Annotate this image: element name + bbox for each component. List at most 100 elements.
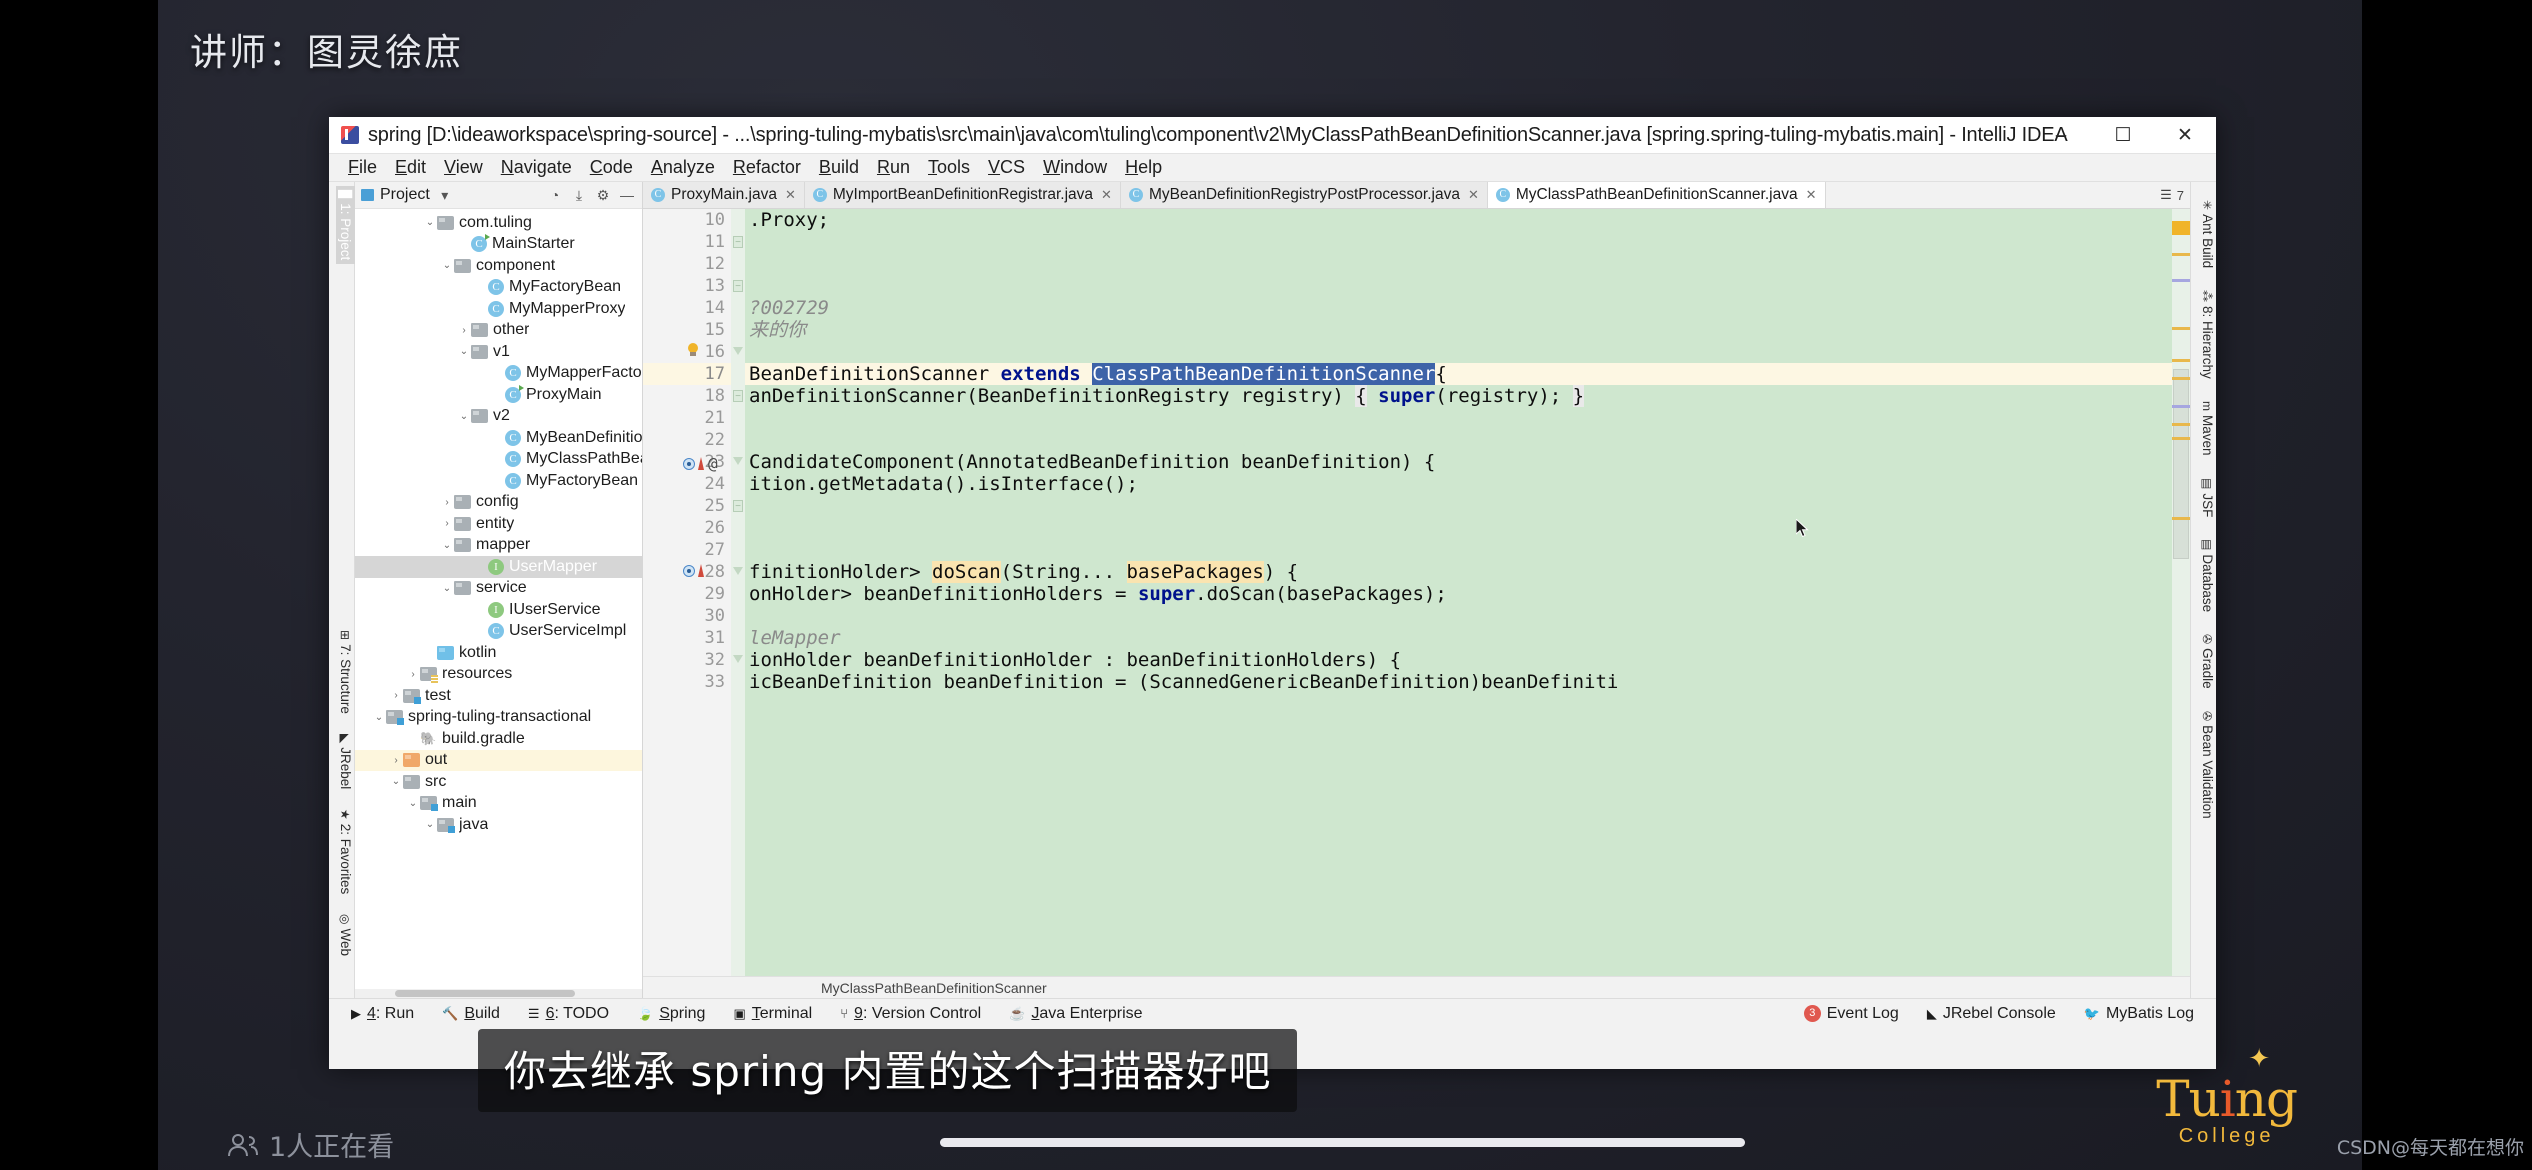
video-progress-bar[interactable]: [940, 1138, 1745, 1147]
statusbar-java-enterprise[interactable]: ☕ Java Enterprise: [995, 1005, 1156, 1023]
statusbar-right-group[interactable]: 3 Event Log ◣ JRebel Console 🐦 MyBatis Log: [1790, 1005, 2208, 1023]
tree-node[interactable]: C MyFactoryBean: [355, 470, 642, 492]
tool-tab-web[interactable]: ◎ Web: [336, 910, 355, 960]
menu-code[interactable]: Code: [581, 155, 642, 180]
chevron-down-icon[interactable]: ⌄: [372, 712, 386, 723]
close-icon[interactable]: ✕: [1101, 187, 1112, 203]
tree-node[interactable]: › entity: [355, 513, 642, 535]
code-line[interactable]: BeanDefinitionScanner extends ClassPathB…: [745, 363, 2172, 385]
tool-tab-bean-validation[interactable]: ✇ Bean Validation: [2198, 707, 2216, 823]
code-line[interactable]: ition.getMetadata().isInterface();: [745, 473, 2172, 495]
editor-marker[interactable]: [2172, 377, 2190, 380]
tree-node[interactable]: ⌄ v1: [355, 341, 642, 363]
menu-file[interactable]: File: [339, 155, 386, 180]
line-number[interactable]: 16: [643, 341, 731, 363]
code-line[interactable]: CandidateComponent(AnnotatedBeanDefiniti…: [745, 451, 2172, 473]
menu-refactor[interactable]: Refactor: [724, 155, 810, 180]
tree-node[interactable]: C MyFactoryBean: [355, 277, 642, 299]
code-folding-strip[interactable]: − − − −: [731, 209, 745, 976]
menu-view[interactable]: View: [435, 155, 492, 180]
editor-marker[interactable]: [2172, 405, 2190, 408]
menu-tools[interactable]: Tools: [919, 155, 979, 180]
code-line[interactable]: [745, 495, 2172, 517]
code-line[interactable]: finitionHolder> doScan(String... basePac…: [745, 561, 2172, 583]
line-number[interactable]: 32: [643, 649, 731, 671]
window-titlebar[interactable]: spring [D:\ideaworkspace\spring-source] …: [329, 117, 2216, 154]
tool-tab-1-project[interactable]: ▉ 1: Project: [336, 186, 355, 265]
chevron-down-icon[interactable]: ⌄: [406, 798, 420, 809]
tree-node[interactable]: ⌄ java: [355, 814, 642, 836]
intellij-idea-window[interactable]: spring [D:\ideaworkspace\spring-source] …: [329, 117, 2216, 1069]
code-line[interactable]: anDefinitionScanner(BeanDefinitionRegist…: [745, 385, 2172, 407]
chevron-right-icon[interactable]: ›: [440, 518, 454, 529]
editor-tab-bar[interactable]: C ProxyMain.java ✕ C MyImportBeanDefinitionR…: [643, 182, 2190, 209]
line-number[interactable]: 33: [643, 671, 731, 693]
editor-tab-proxymain[interactable]: C ProxyMain.java ✕: [643, 182, 805, 208]
statusbar-spring[interactable]: 🍃 Spring: [623, 1005, 719, 1023]
fold-collapse-icon[interactable]: −: [733, 500, 743, 512]
statusbar-6-todo[interactable]: ☰ 6: TODO: [514, 1005, 623, 1023]
menu-help[interactable]: Help: [1116, 155, 1171, 180]
tree-node[interactable]: ⌄ src: [355, 771, 642, 793]
tree-node[interactable]: C MainStarter: [355, 234, 642, 256]
line-number[interactable]: 17: [643, 363, 731, 385]
tool-tab-2-favorites[interactable]: ★ 2: Favorites: [336, 805, 355, 898]
chevron-down-icon[interactable]: ▾: [436, 187, 454, 204]
chevron-down-icon[interactable]: ⌄: [440, 540, 454, 551]
code-line[interactable]: 来的你: [745, 319, 2172, 341]
editor-marker[interactable]: [2172, 279, 2190, 282]
tool-tab-maven[interactable]: m Maven: [2198, 397, 2216, 460]
chevron-right-icon[interactable]: ›: [406, 669, 420, 680]
tree-node[interactable]: › resources: [355, 664, 642, 686]
code-line[interactable]: [745, 517, 2172, 539]
tree-node[interactable]: ⌄ com.tuling: [355, 212, 642, 234]
editor-marker[interactable]: [2172, 517, 2190, 520]
tool-tab-database[interactable]: ▤ Database: [2198, 535, 2216, 616]
line-number[interactable]: 26: [643, 517, 731, 539]
editor-marker[interactable]: [2172, 221, 2190, 235]
tool-tab-ant-build[interactable]: ✳ Ant Build: [2198, 196, 2216, 272]
line-number[interactable]: 24: [643, 473, 731, 495]
fold-collapse-icon[interactable]: −: [733, 236, 743, 248]
menu-window[interactable]: Window: [1034, 155, 1116, 180]
editor-tab-mybeandefinitionregistrypostprocessor[interactable]: C MyBeanDefinitionRegistryPostProcessor.j…: [1120, 182, 1488, 208]
chevron-down-icon[interactable]: ⌄: [457, 411, 471, 422]
code-line[interactable]: .Proxy;: [745, 209, 2172, 231]
fold-region-icon[interactable]: [733, 655, 743, 663]
tree-node[interactable]: › test: [355, 685, 642, 707]
project-panel-header[interactable]: Project ▾ ◔ ⤓ ⚙ —: [355, 182, 642, 209]
line-number[interactable]: 30: [643, 605, 731, 627]
editor-tab-myimportbeandefinitionregistrar[interactable]: C MyImportBeanDefinitionRegistrar.java ✕: [804, 182, 1121, 208]
tree-node[interactable]: › other: [355, 320, 642, 342]
line-number[interactable]: 14: [643, 297, 731, 319]
line-number[interactable]: 31: [643, 627, 731, 649]
expand-all-icon[interactable]: ⤓: [570, 187, 588, 204]
chevron-down-icon[interactable]: ⌄: [457, 346, 471, 357]
tabs-list-icon[interactable]: ☰: [2160, 187, 2172, 203]
settings-gear-icon[interactable]: ⚙: [594, 187, 612, 204]
tool-tab-jsf[interactable]: ▤ JSF: [2198, 474, 2216, 521]
tree-node[interactable]: kotlin: [355, 642, 642, 664]
tree-node[interactable]: ⌄ mapper: [355, 535, 642, 557]
intention-bulb-icon[interactable]: [687, 343, 699, 357]
fold-region-icon[interactable]: [733, 457, 743, 465]
tool-tab-jrebel[interactable]: ◣ JRebel: [336, 730, 355, 793]
tree-node[interactable]: ⌄ main: [355, 793, 642, 815]
editor-gutter[interactable]: 10 11 12 13 14 15 16 17 18 21 22 23 @24 25 26 27 28 29 30 3…: [643, 209, 731, 976]
line-number[interactable]: 22: [643, 429, 731, 451]
line-number[interactable]: 29: [643, 583, 731, 605]
tree-node[interactable]: C MyMapperFactory: [355, 363, 642, 385]
menu-navigate[interactable]: Navigate: [492, 155, 581, 180]
tree-node[interactable]: C UserServiceImpl: [355, 621, 642, 643]
run-gutter-marker[interactable]: @: [683, 454, 718, 473]
code-line[interactable]: [745, 275, 2172, 297]
hide-icon[interactable]: —: [618, 187, 636, 203]
code-line[interactable]: ionHolder beanDefinitionHolder : beanDef…: [745, 649, 2172, 671]
override-method-icon[interactable]: [683, 457, 695, 470]
maximize-button[interactable]: ☐: [2092, 117, 2154, 154]
line-number[interactable]: 13: [643, 275, 731, 297]
close-icon[interactable]: ✕: [785, 187, 796, 203]
chevron-down-icon[interactable]: ⌄: [423, 819, 437, 830]
tree-node[interactable]: 🐘 build.gradle: [355, 728, 642, 750]
tree-node[interactable]: I UserMapper: [355, 556, 642, 578]
